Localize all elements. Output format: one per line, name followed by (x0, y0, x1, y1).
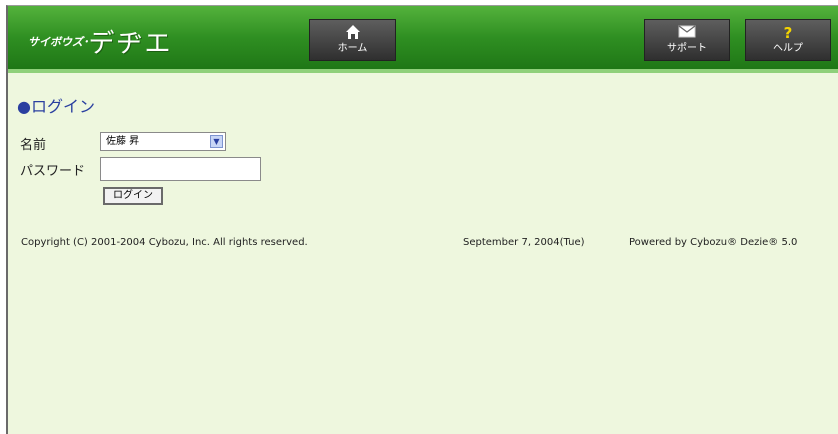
title-text: ログイン (30, 97, 95, 116)
help-icon: ? (783, 24, 793, 42)
header-bar: サイボウズ･デヂエ ホーム サポート ? ヘルプ (8, 6, 838, 69)
app-logo[interactable]: サイボウズ･デヂエ (28, 23, 173, 60)
name-select[interactable]: 佐藤 昇 ▼ (100, 132, 226, 151)
name-label: 名前 (20, 138, 47, 153)
help-label: ヘルプ (773, 43, 803, 54)
help-button[interactable]: ? ヘルプ (745, 19, 831, 61)
mail-icon (645, 23, 729, 43)
page-title: ●ログイン (17, 93, 95, 117)
support-label: サポート (667, 43, 707, 54)
chevron-down-icon[interactable]: ▼ (210, 135, 223, 148)
password-label: パスワード (20, 164, 86, 179)
logo-product: デヂエ (88, 29, 173, 59)
copyright-text: Copyright (C) 2001-2004 Cybozu, Inc. All… (21, 237, 308, 248)
title-bullet-icon: ● (17, 97, 31, 116)
login-button[interactable]: ログイン (103, 187, 163, 205)
home-icon (310, 23, 395, 43)
home-button[interactable]: ホーム (309, 19, 396, 61)
logo-brand: サイボウズ･ (28, 35, 89, 49)
date-text: September 7, 2004(Tue) (463, 237, 585, 248)
home-label: ホーム (337, 43, 368, 54)
support-button[interactable]: サポート (644, 19, 730, 61)
page-frame: サイボウズ･デヂエ ホーム サポート ? ヘルプ ●ログイン 名前 佐藤 昇 ▼… (6, 5, 838, 434)
header-divider (8, 69, 838, 73)
password-input[interactable] (100, 157, 261, 181)
name-select-value: 佐藤 昇 (106, 136, 140, 147)
powered-by-text: Powered by Cybozu® Dezie® 5.0 (629, 237, 798, 248)
